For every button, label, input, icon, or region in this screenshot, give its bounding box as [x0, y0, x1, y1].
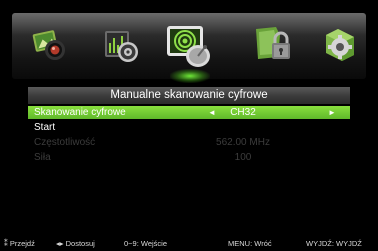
- row-strength: Siła 100: [28, 151, 350, 164]
- channel-value: CH32: [230, 107, 256, 118]
- menu-icon-bar: [12, 13, 366, 83]
- sound-icon[interactable]: [102, 25, 142, 65]
- hint-digits: 0~9: Wejście: [124, 239, 168, 248]
- lock-icon[interactable]: [252, 25, 292, 65]
- frequency-value: 562.00 MHz: [216, 137, 270, 148]
- key-hints-bar: ⁑ Przejdź ◂▸ Dostosuj 0~9: Wejście MENU:…: [0, 237, 378, 251]
- active-tab-glow: [170, 69, 210, 83]
- tv-menu-screen: Manualne skanowanie cyfrowe Skanowanie c…: [0, 0, 378, 251]
- row-label: Częstotliwość: [34, 137, 96, 148]
- strength-value: 100: [234, 152, 252, 163]
- hint-move: ⁑ Przejdź: [4, 239, 35, 248]
- row-digital-scan[interactable]: Skanowanie cyfrowe ◄ CH32 ►: [28, 106, 350, 119]
- picture-icon[interactable]: [30, 25, 70, 65]
- settings-icon[interactable]: [320, 25, 360, 65]
- row-label: Skanowanie cyfrowe: [34, 107, 126, 118]
- hint-exit: WYJDŹ: WYJDŹ: [306, 239, 362, 248]
- row-start[interactable]: Start: [28, 121, 350, 134]
- menu-title: Manualne skanowanie cyfrowe: [28, 87, 350, 104]
- row-label: Start: [34, 122, 56, 133]
- hint-menu: MENU: Wróć: [228, 239, 272, 248]
- row-frequency: Częstotliwość 562.00 MHz: [28, 136, 350, 149]
- row-label: Siła: [34, 152, 51, 163]
- channel-icon[interactable]: [165, 23, 213, 71]
- hint-adjust: ◂▸ Dostosuj: [56, 239, 95, 248]
- right-arrow-icon[interactable]: ►: [328, 106, 336, 119]
